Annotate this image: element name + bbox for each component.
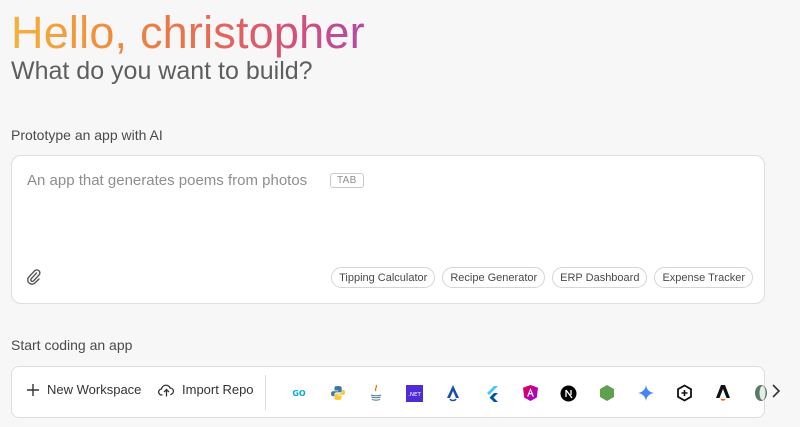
nodejs-icon[interactable] <box>588 380 627 406</box>
astro-a-icon[interactable] <box>704 380 743 406</box>
suggestion-chips: Tipping Calculator Recipe Generator ERP … <box>331 267 753 288</box>
coding-section-label: Start coding an app <box>11 337 133 353</box>
svg-text:.NET: .NET <box>408 392 421 398</box>
flutter-icon[interactable] <box>473 380 512 406</box>
svg-text:GO: GO <box>293 389 307 398</box>
hexagon-icon[interactable] <box>665 380 704 406</box>
new-workspace-label: New Workspace <box>47 382 142 397</box>
toolbar-divider <box>265 375 266 410</box>
astro-icon[interactable] <box>434 380 473 406</box>
gemini-icon[interactable] <box>627 380 666 406</box>
suggestion-chip[interactable]: ERP Dashboard <box>552 267 648 288</box>
go-icon[interactable]: GO <box>280 380 319 406</box>
nextjs-icon[interactable] <box>550 380 589 406</box>
coding-toolbar: New Workspace Import Repo GO .NET <box>11 366 768 418</box>
prototype-section-label: Prototype an app with AI <box>11 127 163 143</box>
python-icon[interactable] <box>319 380 358 406</box>
suggestion-chip[interactable]: Expense Tracker <box>654 267 753 288</box>
plus-icon <box>27 383 39 396</box>
angular-icon[interactable] <box>511 380 550 406</box>
suggestion-chip[interactable]: Tipping Calculator <box>331 267 436 288</box>
new-workspace-button[interactable]: New Workspace <box>26 382 141 397</box>
suggestion-chip[interactable]: Recipe Generator <box>442 267 546 288</box>
page-subtitle: What do you want to build? <box>11 57 313 85</box>
prompt-placeholder[interactable]: An app that generates poems from photos <box>27 172 307 189</box>
import-repo-button[interactable]: Import Repo <box>158 382 254 397</box>
import-repo-label: Import Repo <box>182 382 254 397</box>
chevron-right-icon[interactable] <box>768 381 784 401</box>
prompt-input-box[interactable]: An app that generates poems from photos … <box>11 155 765 304</box>
framework-list: GO .NET <box>280 380 781 406</box>
tab-hint-badge: TAB <box>330 173 364 188</box>
cloud-upload-icon <box>158 384 175 396</box>
greeting-title: Hello, christopher <box>11 7 365 58</box>
java-icon[interactable] <box>357 380 396 406</box>
dotnet-icon[interactable]: .NET <box>396 380 435 406</box>
paperclip-icon[interactable] <box>26 268 42 286</box>
